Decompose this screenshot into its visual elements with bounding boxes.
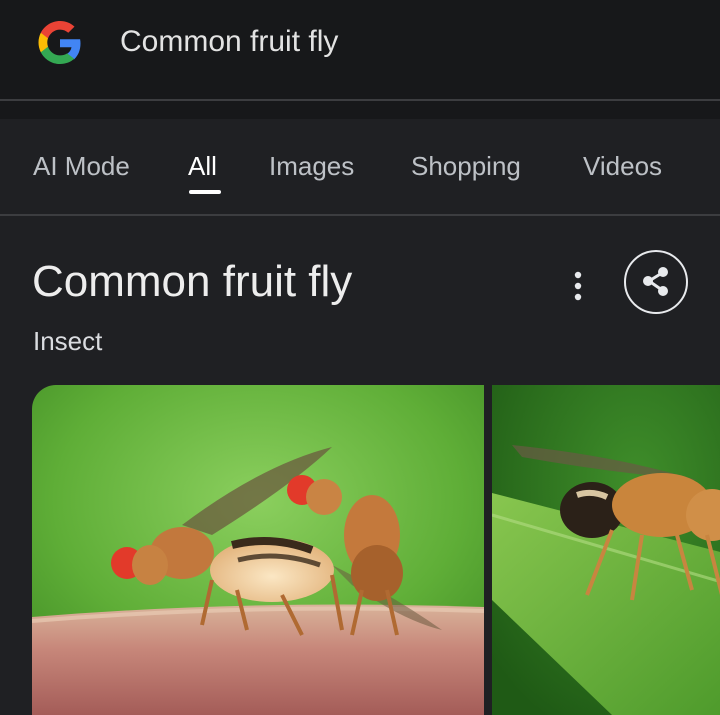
entity-subtitle: Insect bbox=[33, 326, 103, 356]
tabs-divider bbox=[0, 214, 720, 216]
entity-title: Common fruit fly bbox=[32, 257, 353, 306]
share-button[interactable] bbox=[624, 250, 688, 314]
tab-all[interactable]: All bbox=[188, 149, 217, 183]
tab-ai-mode[interactable]: AI Mode bbox=[33, 149, 130, 183]
fruit-fly-image-1[interactable] bbox=[32, 385, 484, 715]
header-gap bbox=[0, 101, 720, 119]
fruit-fly-on-leaf-photo bbox=[492, 385, 720, 715]
fruit-fly-pair-photo bbox=[32, 385, 484, 715]
tab-shopping[interactable]: Shopping bbox=[411, 149, 521, 183]
more-vert-icon[interactable] bbox=[560, 264, 596, 308]
search-query-text[interactable]: Common fruit fly bbox=[120, 22, 338, 62]
tab-images[interactable]: Images bbox=[269, 149, 354, 183]
search-tabs: AI Mode All Images Shopping Videos bbox=[0, 119, 720, 215]
fruit-fly-image-2[interactable] bbox=[492, 385, 720, 715]
search-header: Common fruit fly bbox=[0, 0, 720, 100]
google-logo[interactable] bbox=[36, 19, 84, 67]
tab-videos[interactable]: Videos bbox=[583, 149, 662, 183]
share-icon bbox=[643, 267, 668, 296]
active-tab-indicator bbox=[189, 190, 221, 194]
